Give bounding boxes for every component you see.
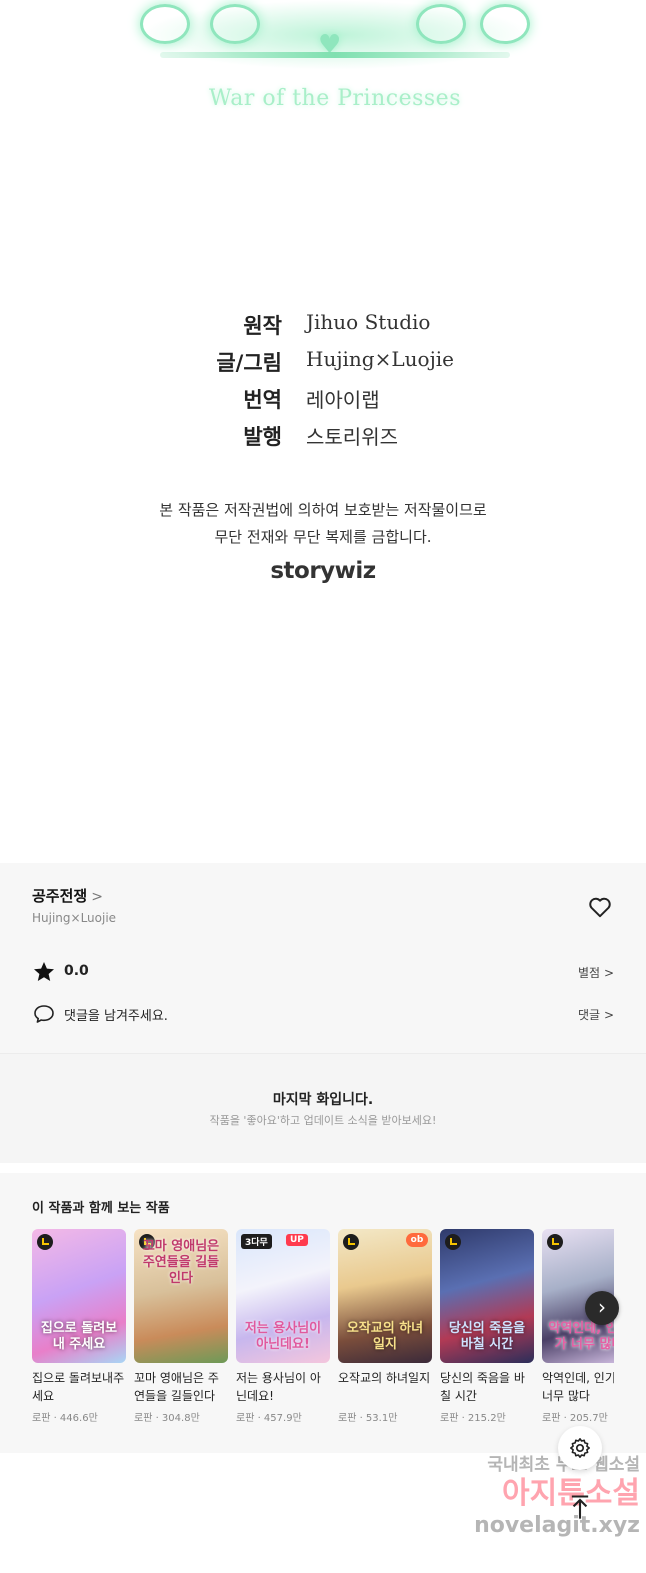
last-episode-banner: 마지막 화입니다. 작품을 '좋아요'하고 업데이트 소식을 받아보세요! (0, 1053, 646, 1164)
wait-free-clock-icon (445, 1234, 461, 1250)
card-title: 오작교의 하녀일지 (338, 1371, 431, 1385)
logo-ornament (210, 4, 260, 44)
credit-row: 글/그림 Hujing×Luojie (0, 347, 646, 384)
watermark: 국내최초 무료 웹소설 아지툰소설 novelagit.xyz (440, 1450, 640, 1538)
watermark-line: 국내최초 무료 웹소설 (487, 1455, 640, 1475)
rating-value: 0.0 (64, 963, 89, 979)
last-episode-title: 마지막 화입니다. (272, 1092, 374, 1108)
cover-title: 오작교의 하녀일지 (346, 1321, 424, 1352)
credit-row: 번역 레아이랩 (0, 384, 646, 421)
recommendation-carousel: 집으로 돌려보내 주세요 집으로 돌려보내주세요 로판 · 446.6만 꼬마 … (32, 1229, 614, 1439)
watermark-line: 아지툰소설 (502, 1476, 640, 1511)
rating-row: 0.0 별점 > (32, 960, 614, 984)
carousel-next-button[interactable]: › (585, 1291, 619, 1325)
scroll-to-top-icon[interactable] (566, 1493, 594, 1521)
credits: 원작 Jihuo Studio 글/그림 Hujing×Luojie 번역 레아… (0, 310, 646, 458)
episode-image: ♥ War of the Princesses 원작 Jihuo Studio … (0, 0, 646, 863)
card-title: 꼬마 영애님은 주연들을 길들인다 (134, 1371, 219, 1403)
rating-link-label: 별점 (578, 966, 601, 980)
credit-key: 글/그림 (216, 351, 282, 375)
logo-divider (160, 52, 510, 58)
cover-title: 악역인데, 인기가 너무 많다 (548, 1321, 614, 1352)
chevron-right-icon: > (91, 889, 103, 905)
cover-thumbnail: ob 오작교의 하녀일지 (338, 1229, 432, 1363)
recommendation-card[interactable]: 집으로 돌려보내 주세요 집으로 돌려보내주세요 로판 · 446.6만 (32, 1229, 126, 1424)
update-badge: UP (286, 1234, 308, 1246)
logo-ornament-left (140, 4, 190, 44)
wait-free-clock-icon (547, 1234, 563, 1250)
credit-row: 원작 Jihuo Studio (0, 310, 646, 347)
like-heart-icon[interactable] (587, 894, 613, 920)
comment-prompt: 댓글을 남겨주세요. (64, 1009, 168, 1024)
card-meta: 로판 · 215.2만 (440, 1413, 506, 1424)
credit-key: 발행 (243, 425, 282, 449)
cover-thumbnail: 3다무 UP 저는 용사님이 아닌데요! (236, 1229, 330, 1363)
notice-line: 무단 전재와 무단 복제를 금합니다. (214, 528, 432, 546)
recommendation-card[interactable]: 3다무 UP 저는 용사님이 아닌데요! 저는 용사님이 아닌데요! 로판 · … (236, 1229, 330, 1424)
series-info-panel: 공주전쟁 > Hujing×Luojie 0.0 별점 > 댓글을 남겨주세요. … (0, 863, 646, 1053)
cover-title: 꼬마 영애님은 주연들을 길들인다 (142, 1239, 220, 1286)
card-meta: 로판 · 446.6만 (32, 1413, 98, 1424)
card-title: 저는 용사님이 아닌데요! (236, 1371, 321, 1403)
series-logo: ♥ War of the Princesses (140, 0, 530, 125)
series-title: 공주전쟁 (32, 887, 88, 905)
notice-line: 본 작품은 저작권법에 의하여 보호받는 저작물이므로 (159, 501, 487, 519)
recommendation-card[interactable]: 당신의 죽음을 바칠 시간 당신의 죽음을 바칠 시간 로판 · 215.2만 (440, 1229, 534, 1424)
recommendation-card[interactable]: ob 오작교의 하녀일지 오작교의 하녀일지 로판 · 53.1만 (338, 1229, 432, 1424)
card-meta: 로판 · 53.1만 (338, 1413, 398, 1424)
cover-title: 저는 용사님이 아닌데요! (244, 1321, 322, 1352)
card-meta: 로판 · 304.8만 (134, 1413, 200, 1424)
chevron-right-icon: › (598, 1295, 606, 1319)
chevron-right-icon: > (603, 966, 614, 980)
star-icon (34, 962, 54, 981)
recommendations-heading: 이 작품과 함께 보는 작품 (32, 1201, 170, 1216)
copyright-notice: 본 작품은 저작권법에 의하여 보호받는 저작물이므로 무단 전재와 무단 복제… (0, 497, 646, 551)
comment-link[interactable]: 댓글 > (578, 1006, 614, 1023)
storywiz-logo: storywiz (270, 558, 376, 584)
comment-link-label: 댓글 (578, 1008, 601, 1022)
credit-value: Hujing×Luojie (306, 347, 454, 371)
wait-free-clock-icon (343, 1234, 359, 1250)
card-title: 집으로 돌려보내주세요 (32, 1371, 125, 1403)
card-meta: 로판 · 457.9만 (236, 1413, 302, 1424)
series-author: Hujing×Luojie (32, 911, 117, 925)
last-episode-subtitle: 작품을 '좋아요'하고 업데이트 소식을 받아보세요! (209, 1114, 437, 1127)
recommendation-card[interactable]: 악역인데, 인기가 너무 많다 악역인데, 인기가 너무 많다 로판 · 205… (542, 1229, 614, 1424)
credit-value: 레아이랩 (306, 388, 380, 412)
settings-button[interactable] (558, 1426, 602, 1470)
wait-free-clock-icon (37, 1234, 53, 1250)
series-title-link[interactable]: 공주전쟁 > (32, 885, 103, 906)
logo-subtitle: War of the Princesses (209, 86, 461, 111)
cover-thumbnail: 당신의 죽음을 바칠 시간 (440, 1229, 534, 1363)
credit-row: 발행 스토리위즈 (0, 421, 646, 458)
credit-value: 스토리위즈 (306, 425, 398, 449)
cover-title: 당신의 죽음을 바칠 시간 (448, 1321, 526, 1352)
card-title: 악역인데, 인기가 너무 많다 (542, 1371, 614, 1403)
comment-icon (34, 1005, 54, 1023)
credit-key: 번역 (243, 388, 282, 412)
comment-row[interactable]: 댓글을 남겨주세요. 댓글 > (32, 1002, 614, 1026)
card-meta: 로판 · 205.7만 (542, 1413, 608, 1424)
logo-ornament-right (480, 4, 530, 44)
cover-thumbnail: 꼬마 영애님은 주연들을 길들인다 (134, 1229, 228, 1363)
chevron-right-icon: > (603, 1008, 614, 1022)
logo-ornament (416, 4, 466, 44)
recommendations: 이 작품과 함께 보는 작품 집으로 돌려보내 주세요 집으로 돌려보내주세요 … (0, 1163, 646, 1453)
gear-icon (570, 1438, 590, 1458)
card-title: 당신의 죽음을 바칠 시간 (440, 1371, 525, 1403)
credit-key: 원작 (243, 314, 282, 338)
three-hour-free-badge: 3다무 (241, 1234, 272, 1249)
credit-value: Jihuo Studio (306, 310, 431, 334)
watermark-line: novelagit.xyz (474, 1513, 640, 1538)
cover-thumbnail: 집으로 돌려보내 주세요 (32, 1229, 126, 1363)
cover-title: 집으로 돌려보내 주세요 (40, 1321, 118, 1352)
ob-badge: ob (406, 1233, 428, 1247)
rating-link[interactable]: 별점 > (578, 964, 614, 981)
recommendation-card[interactable]: 꼬마 영애님은 주연들을 길들인다 꼬마 영애님은 주연들을 길들인다 로판 ·… (134, 1229, 228, 1424)
